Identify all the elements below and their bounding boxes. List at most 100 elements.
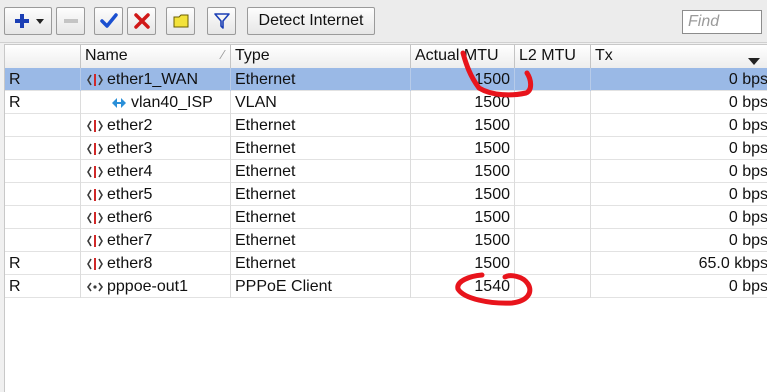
table-header: Name ⁄ Type Actual MTU L2 MTU Tx (5, 45, 767, 69)
toolbar: Detect Internet (0, 0, 767, 43)
comment-button[interactable] (166, 7, 195, 35)
l2-mtu-cell (515, 91, 591, 114)
remove-button[interactable] (56, 7, 85, 35)
column-header-flags[interactable] (5, 45, 81, 68)
cross-icon (132, 11, 152, 31)
column-header-type[interactable]: Type (231, 45, 411, 68)
name-cell: pppoe-out1 (81, 275, 231, 298)
name-cell: ether4 (81, 160, 231, 183)
table-row[interactable]: ether5 Ethernet 1500 0 bps (5, 183, 767, 206)
interface-list-window: Detect Internet Name ⁄ Type Actual MTU L… (0, 0, 767, 392)
plus-icon (8, 11, 48, 31)
minus-icon (61, 11, 81, 31)
interface-name: ether1_WAN (107, 71, 198, 88)
type-cell: Ethernet (231, 183, 411, 206)
column-header-tx-label: Tx (595, 47, 613, 64)
table-row[interactable]: Rether8 Ethernet 1500 65.0 kbps (5, 252, 767, 275)
ethernet-icon (87, 73, 103, 91)
add-button[interactable] (4, 7, 52, 35)
detect-internet-button[interactable]: Detect Internet (247, 7, 375, 35)
name-cell: ether6 (81, 206, 231, 229)
ethernet-icon (87, 188, 103, 206)
flag-cell: R (5, 68, 81, 91)
actual-mtu-cell: 1500 (411, 206, 515, 229)
interface-name: ether5 (107, 186, 153, 203)
table-row[interactable]: ether2 Ethernet 1500 0 bps (5, 114, 767, 137)
enable-button[interactable] (94, 7, 123, 35)
disable-button[interactable] (127, 7, 156, 35)
l2-mtu-cell (515, 275, 591, 298)
flag-cell (5, 183, 81, 206)
sort-indicator-icon: ⁄ (221, 47, 224, 62)
tx-cell: 0 bps (728, 140, 767, 157)
flag-cell: R (5, 91, 81, 114)
column-header-name[interactable]: Name ⁄ (81, 45, 231, 68)
tx-cell: 0 bps (728, 209, 767, 226)
table-row[interactable]: Rether1_WAN Ethernet 1500 0 bps (5, 68, 767, 91)
actual-mtu-cell: 1500 (411, 160, 515, 183)
flag-cell (5, 229, 81, 252)
table-row[interactable]: Rpppoe-out1 PPPoE Client 1540 0 bps (5, 275, 767, 298)
interface-name: ether4 (107, 163, 153, 180)
column-header-actual-mtu[interactable]: Actual MTU (411, 45, 515, 68)
find-input[interactable] (682, 10, 762, 34)
tx-cell: 0 bps (728, 163, 767, 180)
l2-mtu-cell (515, 114, 591, 137)
l2-mtu-cell (515, 137, 591, 160)
table-row[interactable]: ether4 Ethernet 1500 0 bps (5, 160, 767, 183)
interface-name: ether3 (107, 140, 153, 157)
interface-name: pppoe-out1 (107, 278, 188, 295)
l2-mtu-cell (515, 68, 591, 91)
tx-cell: 0 bps (728, 186, 767, 203)
interface-table: Name ⁄ Type Actual MTU L2 MTU Tx Rether1… (4, 44, 767, 392)
type-cell: Ethernet (231, 160, 411, 183)
table-row[interactable]: ether6 Ethernet 1500 0 bps (5, 206, 767, 229)
column-header-tx[interactable]: Tx (591, 45, 767, 68)
note-icon (171, 11, 191, 31)
flag-cell (5, 114, 81, 137)
actual-mtu-cell: 1500 (411, 137, 515, 160)
interface-name: ether6 (107, 209, 153, 226)
tx-cell: 0 bps (728, 71, 767, 88)
interface-name: ether8 (107, 255, 153, 272)
name-cell: ether3 (81, 137, 231, 160)
type-cell: Ethernet (231, 229, 411, 252)
ethernet-icon (87, 211, 103, 229)
tx-cell: 65.0 kbps (698, 255, 767, 272)
l2-mtu-cell (515, 229, 591, 252)
actual-mtu-cell: 1500 (411, 183, 515, 206)
column-menu-chevron-down-icon[interactable] (748, 53, 760, 68)
name-cell: ether8 (81, 252, 231, 275)
table-row[interactable]: ether3 Ethernet 1500 0 bps (5, 137, 767, 160)
type-cell: Ethernet (231, 114, 411, 137)
actual-mtu-cell: 1500 (411, 229, 515, 252)
type-cell: Ethernet (231, 137, 411, 160)
type-cell: Ethernet (231, 252, 411, 275)
flag-cell (5, 160, 81, 183)
type-cell: Ethernet (231, 206, 411, 229)
table-row[interactable]: Rvlan40_ISP VLAN 1500 0 bps (5, 91, 767, 114)
name-cell: ether7 (81, 229, 231, 252)
ethernet-icon (87, 142, 103, 160)
column-header-name-label: Name (85, 47, 128, 64)
type-cell: VLAN (231, 91, 411, 114)
check-icon (99, 11, 119, 31)
tx-cell: 0 bps (728, 117, 767, 134)
flag-cell: R (5, 275, 81, 298)
column-header-l2-mtu[interactable]: L2 MTU (515, 45, 591, 68)
type-cell: Ethernet (231, 68, 411, 91)
tx-cell: 0 bps (728, 94, 767, 111)
name-cell: vlan40_ISP (81, 91, 231, 114)
actual-mtu-cell: 1500 (411, 91, 515, 114)
interface-name: ether7 (107, 232, 153, 249)
tx-cell: 0 bps (728, 278, 767, 295)
vlan-icon (111, 96, 127, 114)
funnel-icon (212, 11, 232, 31)
interface-name: vlan40_ISP (131, 94, 213, 111)
filter-button[interactable] (207, 7, 236, 35)
ethernet-icon (87, 257, 103, 275)
actual-mtu-cell: 1500 (411, 68, 515, 91)
table-row[interactable]: ether7 Ethernet 1500 0 bps (5, 229, 767, 252)
l2-mtu-cell (515, 206, 591, 229)
tx-cell: 0 bps (728, 232, 767, 249)
